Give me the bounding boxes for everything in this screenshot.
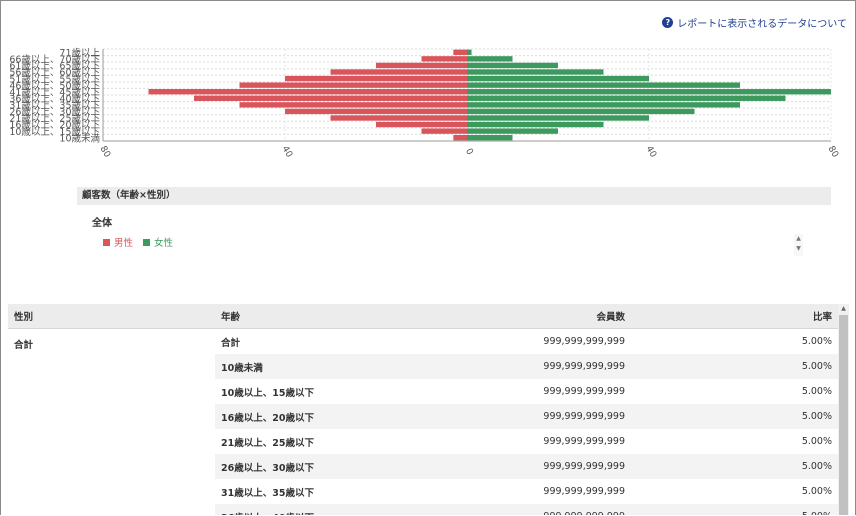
- bar-female[interactable]: [467, 135, 513, 141]
- cell-ratio: 5.00%: [801, 386, 832, 397]
- legend-swatch-female: [143, 238, 151, 246]
- bar-male[interactable]: [376, 121, 467, 128]
- cell-ratio: 5.00%: [801, 336, 832, 347]
- cell-ratio: 5.00%: [801, 486, 832, 497]
- bar-male[interactable]: [421, 128, 468, 134]
- legend-swatch-male: [103, 238, 110, 246]
- cell-member-count: 999,999,999,999: [543, 386, 625, 397]
- legend-item-female[interactable]: 女性: [143, 235, 173, 249]
- data-info-link-label: レポートに表示されるデータについて: [677, 19, 847, 30]
- bar-male[interactable]: [453, 135, 467, 141]
- bar-male[interactable]: [148, 89, 468, 95]
- bar-female[interactable]: [467, 108, 695, 115]
- cell-ratio: 5.00%: [801, 436, 832, 447]
- legend-item-male[interactable]: 男性: [103, 235, 133, 249]
- bar-male[interactable]: [453, 49, 467, 55]
- cell-age: 合計: [221, 337, 241, 349]
- data-table: 性別 年齢 会員数 比率 合計 合計 999,999,999,999 5.00% 10歳…: [8, 304, 838, 515]
- data-table-container: 性別 年齢 会員数 比率 合計 合計 999,999,999,999 5.00% 10歳…: [8, 304, 849, 515]
- bar-male[interactable]: [285, 108, 467, 115]
- data-info-link[interactable]: ? レポートに表示されるデータについて: [662, 15, 847, 30]
- cell-ratio: 5.00%: [631, 454, 838, 479]
- cell-member-count: 999,999,999,999: [543, 486, 625, 497]
- bar-female[interactable]: [467, 75, 649, 82]
- scroll-up-icon[interactable]: ▲: [838, 304, 849, 314]
- population-pyramid-chart: 10歳未満10歳以上、15歳以下16歳以上、20歳以下21歳以上、25歳以下26…: [9, 47, 841, 160]
- header-gender[interactable]: 性別: [8, 304, 215, 329]
- bar-female[interactable]: [467, 69, 604, 75]
- x-tick-label: 40: [644, 145, 659, 160]
- cell-age: 21歳以上、25歳以下: [221, 437, 314, 449]
- question-circle-icon: ?: [662, 17, 674, 28]
- cell-member-count: 999,999,999,999: [422, 504, 631, 515]
- chart-legend: 男性 女性: [103, 235, 173, 249]
- cell-member-count: 999,999,999,999: [422, 354, 631, 379]
- bar-female[interactable]: [467, 121, 604, 128]
- x-tick-label: 80: [98, 145, 113, 160]
- table-scrollbar[interactable]: ▲: [838, 304, 849, 515]
- bar-male[interactable]: [330, 69, 468, 75]
- bar-male[interactable]: [285, 75, 467, 82]
- scrollbar-thumb[interactable]: [839, 315, 848, 515]
- bar-female[interactable]: [467, 115, 649, 121]
- legend-scroll-up-icon[interactable]: ▲: [794, 234, 803, 244]
- legend-scroll-down-icon[interactable]: ▼: [794, 244, 803, 254]
- legend-label-female: 女性: [154, 238, 174, 249]
- bar-male[interactable]: [330, 115, 468, 121]
- bar-male[interactable]: [376, 62, 467, 69]
- bar-male[interactable]: [194, 95, 467, 101]
- cell-member-count: 999,999,999,999: [543, 336, 625, 347]
- chart-x-ticks: 80 40 0 40 80: [98, 145, 841, 160]
- scope-title: 全体: [92, 218, 112, 229]
- section-title: 顧客数（年齢×性別）: [77, 187, 831, 205]
- y-tick-label: 71歳以上: [59, 47, 100, 59]
- bar-female[interactable]: [467, 95, 786, 101]
- x-tick-label: 80: [826, 145, 841, 160]
- chart-y-labels: 10歳未満10歳以上、15歳以下16歳以上、20歳以下21歳以上、25歳以下26…: [9, 47, 100, 144]
- cell-member-count: 999,999,999,999: [422, 404, 631, 429]
- bar-female[interactable]: [467, 82, 740, 88]
- cell-gender: 合計: [8, 328, 215, 515]
- bar-female[interactable]: [467, 128, 558, 134]
- report-panel: ? レポートに表示されるデータについて 10歳未満 10歳以上、15歳以下 16歳以…: [0, 0, 856, 515]
- cell-member-count: 999,999,999,999: [422, 454, 631, 479]
- cell-age: 10歳以上、15歳以下: [221, 387, 314, 399]
- bar-female[interactable]: [467, 56, 513, 62]
- cell-age: 10歳未満: [215, 354, 422, 379]
- bar-female[interactable]: [467, 62, 558, 69]
- x-tick-label: 40: [280, 145, 295, 160]
- legend-scroller[interactable]: ▲ ▼: [794, 234, 803, 256]
- cell-age: 26歳以上、30歳以下: [215, 454, 422, 479]
- x-tick-label: 0: [463, 147, 475, 157]
- bar-female[interactable]: [467, 49, 472, 55]
- table-row: 合計 合計 999,999,999,999 5.00%: [8, 328, 838, 515]
- bar-female[interactable]: [467, 102, 740, 108]
- bar-female[interactable]: [467, 89, 831, 95]
- cell-age: 36歳以上、40歳以下: [215, 504, 422, 515]
- bar-male[interactable]: [239, 82, 468, 88]
- cell-ratio: 5.00%: [631, 404, 838, 429]
- cell-ratio: 5.00%: [631, 354, 838, 379]
- header-ratio[interactable]: 比率: [631, 304, 838, 329]
- legend-label-male: 男性: [114, 238, 134, 249]
- cell-ratio: 5.00%: [631, 504, 838, 515]
- header-age[interactable]: 年齢: [215, 304, 422, 329]
- header-member-count[interactable]: 会員数: [422, 304, 631, 329]
- bar-male[interactable]: [239, 102, 468, 108]
- table-header-row: 性別 年齢 会員数 比率: [8, 304, 838, 329]
- cell-age: 16歳以上、20歳以下: [215, 404, 422, 429]
- bar-male[interactable]: [421, 56, 468, 62]
- cell-member-count: 999,999,999,999: [543, 436, 625, 447]
- cell-age: 31歳以上、35歳以下: [221, 487, 314, 499]
